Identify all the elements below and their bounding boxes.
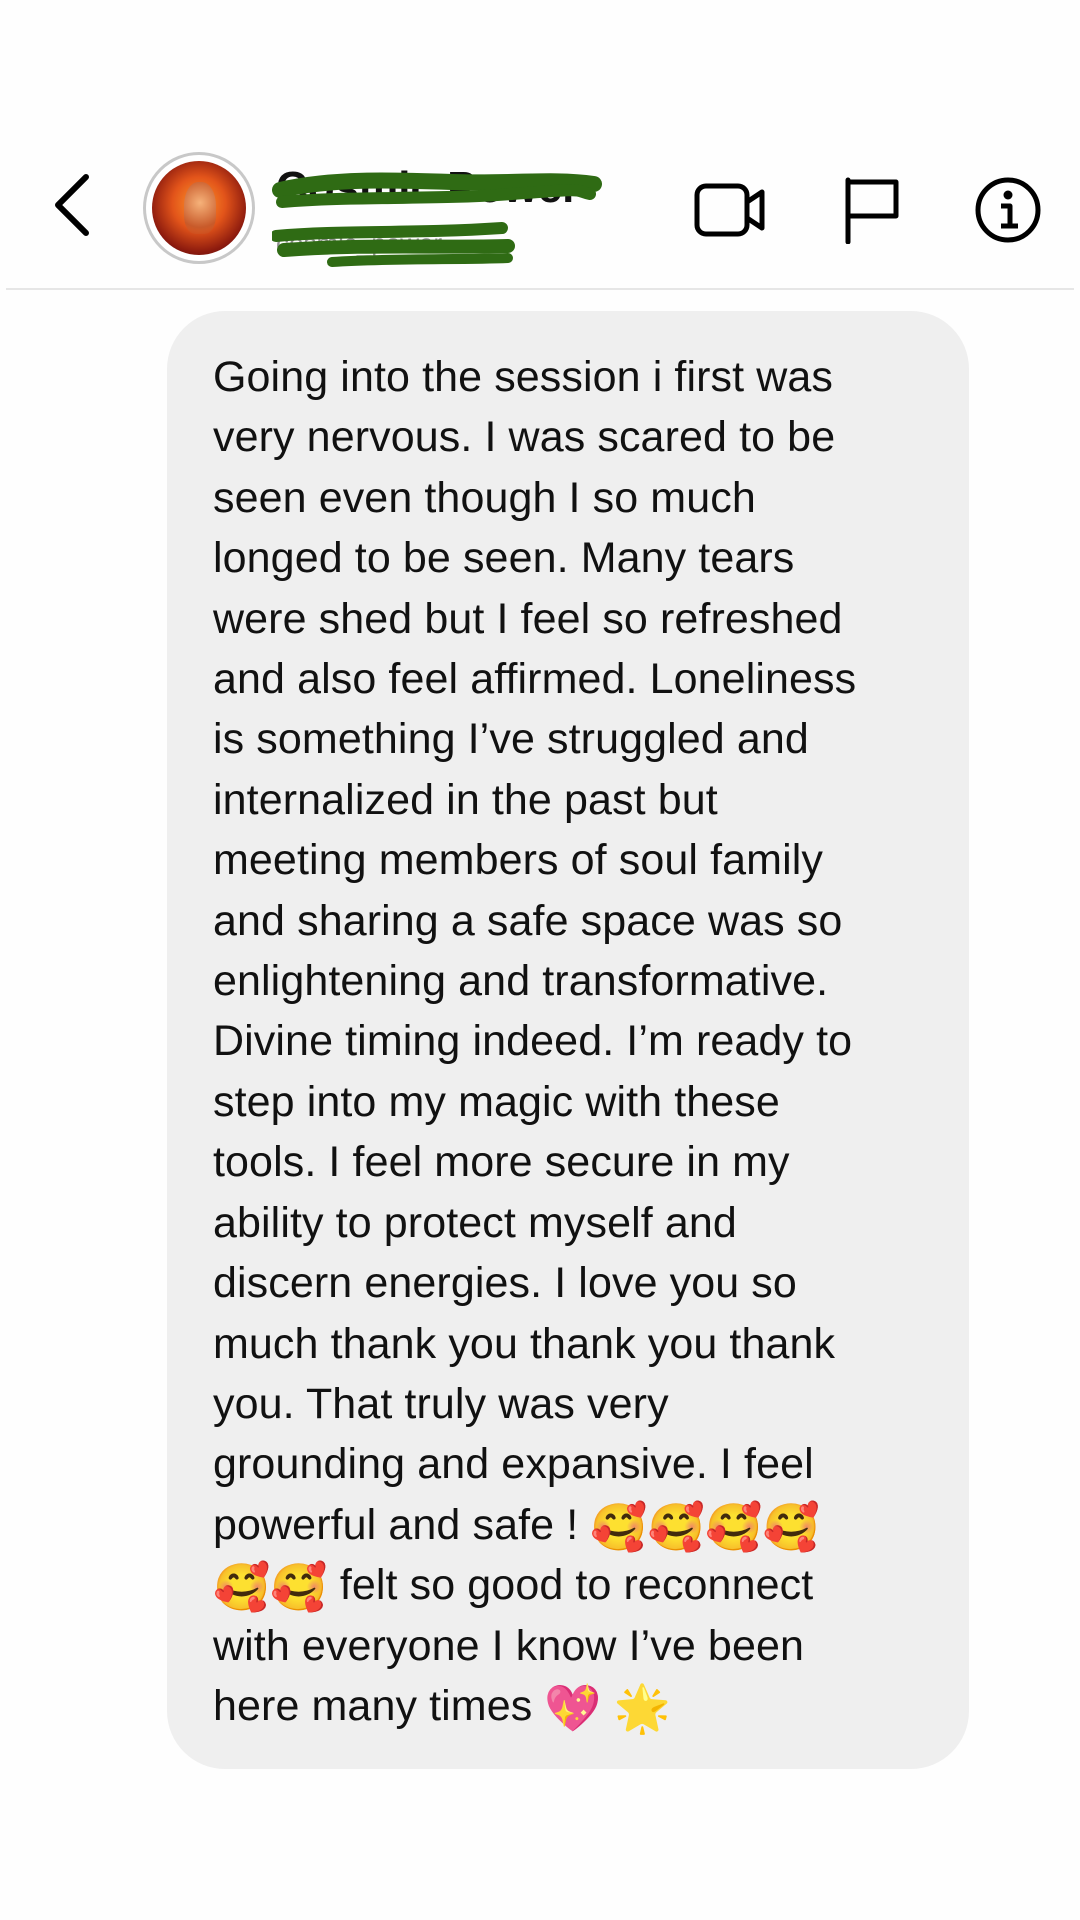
message-line: and sharing a safe space was so [213, 896, 843, 945]
message-line: here many times 💖 🌟 [213, 1676, 929, 1736]
glowing-star-emoji: 🌟 [613, 1680, 672, 1735]
message-line: tools. I feel more secure in my [213, 1138, 790, 1187]
message-bubble[interactable]: Going into the session i first was very … [167, 311, 969, 1769]
smiling-face-with-hearts-emoji: 🥰 [647, 1499, 706, 1554]
contact-username: cosmic_power [276, 228, 443, 258]
video-call-button[interactable] [690, 170, 770, 250]
message-line: is something I’ve struggled and [213, 715, 809, 764]
smiling-face-with-hearts-emoji: 🥰 [705, 1499, 763, 1554]
message-line: Divine timing indeed. I’m ready to [213, 1017, 853, 1066]
smiling-face-with-hearts-emoji: 🥰 [590, 1499, 648, 1554]
smiling-face-with-hearts-emoji: 🥰 [270, 1560, 328, 1615]
message-line: very nervous. I was scared to be [213, 413, 836, 462]
message-line: ability to protect myself and [213, 1198, 737, 1247]
smiling-face-with-hearts-emoji: 🥰 [213, 1560, 271, 1615]
message-line-text: powerful and safe ! [213, 1500, 579, 1549]
message-line: and also feel affirmed. Loneliness [213, 655, 857, 704]
message-line: grounding and expansive. I feel [213, 1440, 814, 1489]
message-line: seen even though I so much [213, 473, 756, 522]
contact-info[interactable]: Cosmic Power cosmic_power [272, 160, 602, 270]
message-line-text: here many times [213, 1681, 533, 1730]
message-line: step into my magic with these [213, 1077, 780, 1126]
message-line: with everyone I know I’ve been [213, 1621, 804, 1670]
message-line-text: felt so good to reconnect [339, 1561, 814, 1610]
message-line: meeting members of soul family [213, 836, 823, 885]
video-camera-icon [694, 183, 765, 237]
info-icon [975, 177, 1041, 243]
chevron-left-icon [55, 174, 89, 236]
report-flag-button[interactable] [832, 170, 912, 250]
message-line: much thank you thank you thank [213, 1319, 836, 1368]
flag-icon [845, 177, 899, 244]
info-button[interactable] [968, 170, 1048, 250]
avatar[interactable] [143, 152, 255, 264]
message-line: longed to be seen. Many tears [213, 534, 795, 583]
chat-header: Cosmic Power cosmic_power [0, 0, 1080, 288]
contact-name: Cosmic Power [276, 163, 576, 212]
message-line: 🥰🥰 felt so good to reconnect [213, 1555, 929, 1615]
message-line: internalized in the past but [213, 775, 718, 824]
header-divider [6, 288, 1074, 290]
sparkling-heart-emoji: 💖 [544, 1680, 602, 1735]
smiling-face-with-hearts-emoji: 🥰 [762, 1499, 820, 1554]
dm-thread-screen: Cosmic Power cosmic_power Going into the… [0, 0, 1080, 1920]
message-line: enlightening and transformative. [213, 957, 829, 1006]
message-line: were shed but I feel so refreshed [213, 594, 843, 643]
message-text: Going into the session i first was very … [213, 347, 929, 1736]
message-line: Going into the session i first was [213, 353, 834, 401]
back-button[interactable] [42, 170, 102, 240]
avatar-image [152, 161, 246, 255]
message-line: powerful and safe ! 🥰🥰🥰🥰 [213, 1495, 929, 1555]
message-line: discern energies. I love you so [213, 1259, 797, 1308]
message-line: you. That truly was very [213, 1379, 669, 1428]
